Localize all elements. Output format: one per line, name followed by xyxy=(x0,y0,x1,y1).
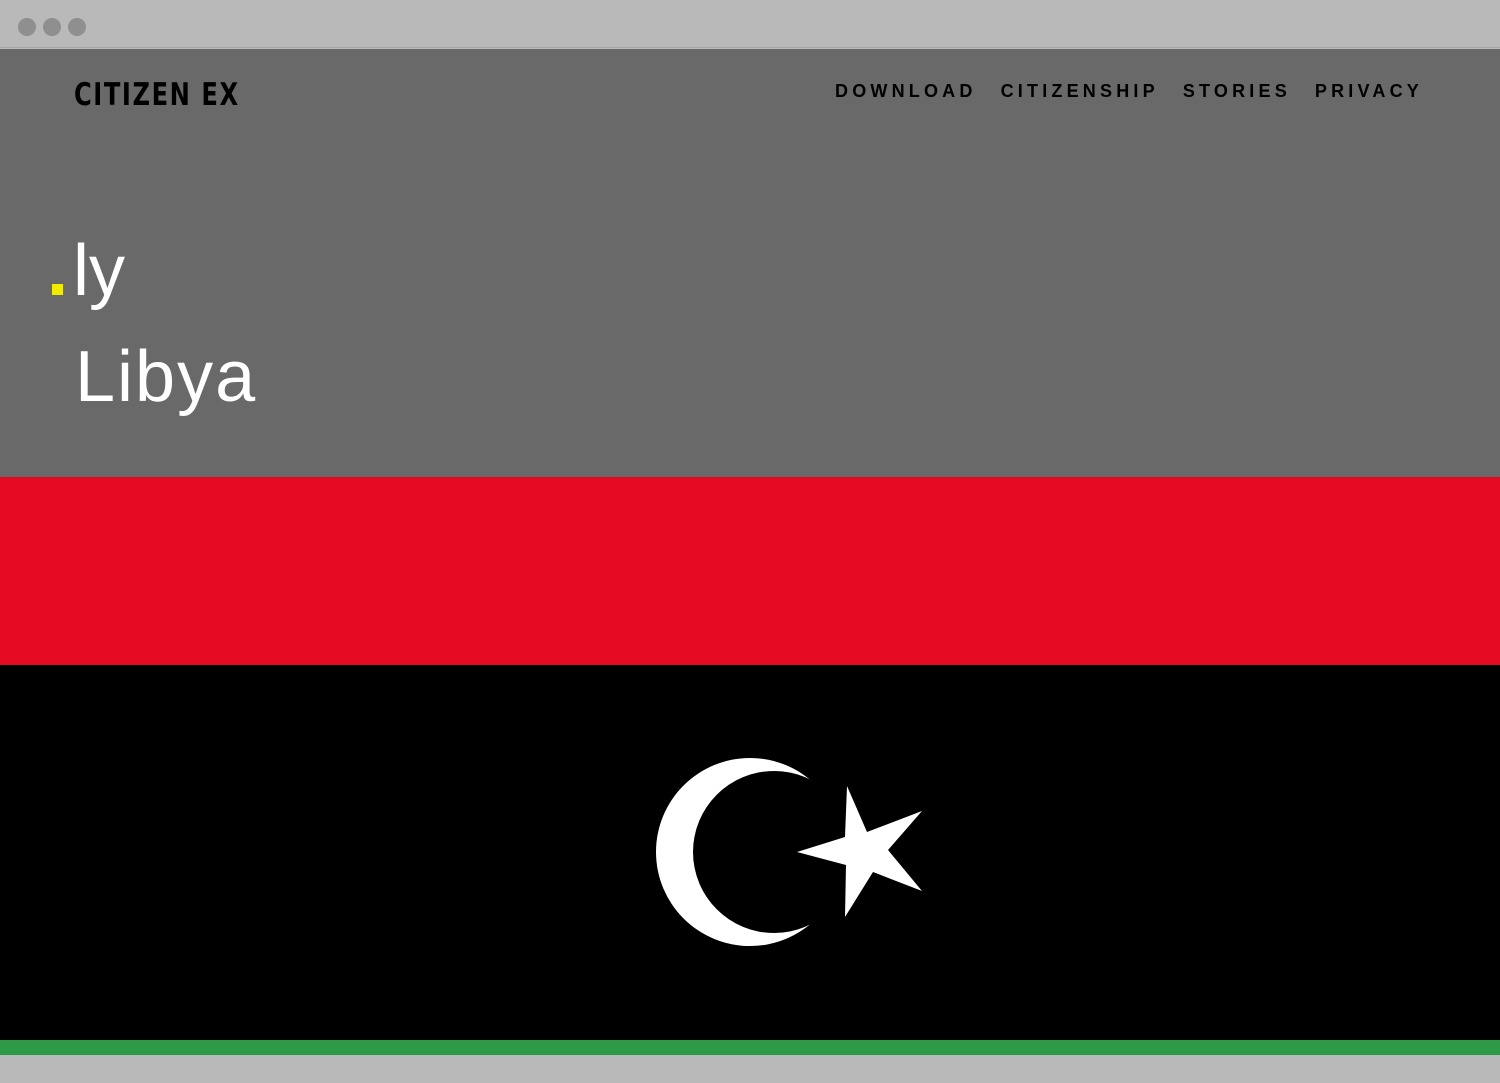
nav-item-privacy[interactable]: PRIVACY xyxy=(1315,81,1423,102)
main-nav: DOWNLOAD CITIZENSHIP STORIES PRIVACY xyxy=(835,81,1423,102)
window-close-button[interactable] xyxy=(18,18,36,36)
flag-green-stripe xyxy=(0,1040,1500,1055)
page-viewport: CITIZEN EX DOWNLOAD CITIZENSHIP STORIES … xyxy=(0,49,1500,1055)
nav-item-stories[interactable]: STORIES xyxy=(1183,81,1291,102)
flag-red-stripe xyxy=(0,477,1500,665)
window-titlebar xyxy=(0,0,1500,48)
browser-window: CITIZEN EX DOWNLOAD CITIZENSHIP STORIES … xyxy=(0,0,1500,1083)
country-name: Libya xyxy=(75,337,258,417)
site-logo[interactable]: CITIZEN EX xyxy=(74,77,240,113)
country-tld: ly xyxy=(52,235,125,307)
window-minimize-button[interactable] xyxy=(43,18,61,36)
country-tld-text: ly xyxy=(73,231,125,311)
crescent-and-star-icon xyxy=(656,758,922,946)
nav-item-citizenship[interactable]: CITIZENSHIP xyxy=(1001,81,1159,102)
tld-dot-accent xyxy=(52,284,63,295)
window-maximize-button[interactable] xyxy=(68,18,86,36)
nav-item-download[interactable]: DOWNLOAD xyxy=(835,81,977,102)
